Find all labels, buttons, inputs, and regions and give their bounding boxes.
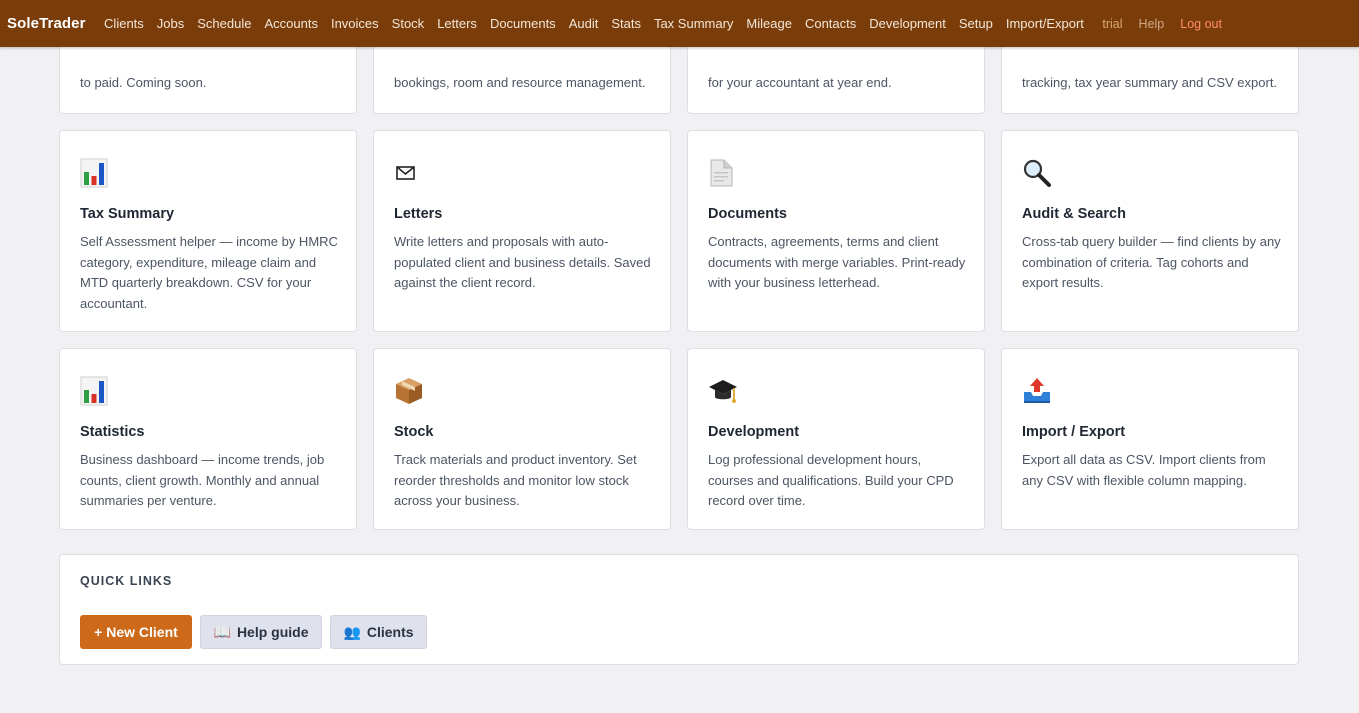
card-title: Statistics bbox=[80, 424, 145, 440]
envelope-icon bbox=[394, 158, 422, 188]
help-guide-button[interactable]: 📖 Help guide bbox=[200, 615, 322, 649]
card-title: Import / Export bbox=[1022, 424, 1126, 440]
nav-item-stock[interactable]: Stock bbox=[385, 16, 431, 31]
quick-links-panel: QUICK LINKS + New Client 📖 Help guide 👥 … bbox=[59, 554, 1299, 665]
brand-logo[interactable]: SoleTrader bbox=[0, 15, 86, 32]
outbox-tray-icon bbox=[1022, 376, 1050, 406]
package-icon bbox=[394, 376, 422, 406]
card-description: tracking, tax year summary and CSV expor… bbox=[1022, 74, 1278, 90]
nav-right: trial Help Log out bbox=[1096, 17, 1228, 31]
card-description: Self Assessment helper — income by HMRC … bbox=[80, 234, 338, 311]
document-icon bbox=[708, 158, 736, 188]
nav-menu: Clients Jobs Schedule Accounts Invoices … bbox=[98, 16, 1091, 31]
nav-item-jobs[interactable]: Jobs bbox=[150, 16, 190, 31]
card-description: Export all data as CSV. Import clients f… bbox=[1022, 452, 1266, 488]
feature-card-statistics[interactable]: Statistics Business dashboard — income t… bbox=[59, 348, 357, 530]
clients-label: Clients bbox=[366, 624, 414, 640]
card-title: Stock bbox=[394, 424, 434, 440]
nav-item-audit[interactable]: Audit bbox=[562, 16, 605, 31]
card-description: to paid. Coming soon. bbox=[80, 74, 207, 90]
card-description: Log professional development hours, cour… bbox=[708, 452, 954, 508]
card-description: Business dashboard — income trends, job … bbox=[80, 452, 325, 508]
nav-item-contacts[interactable]: Contacts bbox=[798, 16, 862, 31]
card-title: Audit & Search bbox=[1022, 206, 1126, 222]
nav-item-setup[interactable]: Setup bbox=[952, 16, 999, 31]
nav-item-mileage[interactable]: Mileage bbox=[740, 16, 799, 31]
trial-badge[interactable]: trial bbox=[1096, 17, 1128, 31]
feature-card-audit-search[interactable]: Audit & Search Cross-tab query builder —… bbox=[1001, 130, 1299, 332]
feature-card-tax-summary[interactable]: Tax Summary Self Assessment helper — inc… bbox=[59, 130, 357, 332]
magnifier-icon bbox=[1022, 158, 1051, 188]
quick-links-title: QUICK LINKS bbox=[80, 574, 173, 588]
people-icon: 👥 bbox=[343, 623, 361, 640]
nav-item-development[interactable]: Development bbox=[863, 16, 953, 31]
card-description: for your accountant at year end. bbox=[708, 74, 892, 90]
card-title: Letters bbox=[394, 206, 443, 222]
nav-item-tax-summary[interactable]: Tax Summary bbox=[647, 16, 739, 31]
card-description: Contracts, agreements, terms and client … bbox=[708, 234, 966, 290]
card-description: bookings, room and resource management. bbox=[394, 74, 646, 90]
card-description: Cross-tab query builder — find clients b… bbox=[1022, 234, 1281, 290]
nav-item-stats[interactable]: Stats bbox=[605, 16, 648, 31]
new-client-button[interactable]: + New Client bbox=[80, 615, 192, 649]
clients-button[interactable]: 👥 Clients bbox=[330, 615, 427, 649]
bar-chart-icon bbox=[80, 158, 108, 188]
book-icon: 📖 bbox=[213, 623, 231, 640]
help-link[interactable]: Help bbox=[1129, 17, 1171, 31]
feature-card-letters[interactable]: Letters Write letters and proposals with… bbox=[373, 130, 671, 332]
card-title: Development bbox=[708, 424, 800, 440]
help-guide-label: Help guide bbox=[236, 624, 309, 640]
nav-item-accounts[interactable]: Accounts bbox=[258, 16, 324, 31]
graduation-cap-icon bbox=[708, 376, 737, 406]
nav-item-invoices[interactable]: Invoices bbox=[324, 16, 385, 31]
feature-card-stock[interactable]: Stock Track materials and product invent… bbox=[373, 348, 671, 530]
card-description: Write letters and proposals with auto-po… bbox=[394, 234, 651, 290]
page: SoleTrader Clients Jobs Schedule Account… bbox=[0, 0, 1359, 713]
bar-chart-icon bbox=[80, 376, 108, 406]
nav-item-import-export[interactable]: Import/Export bbox=[999, 16, 1090, 31]
feature-card-development[interactable]: Development Log professional development… bbox=[687, 348, 985, 530]
nav-item-letters[interactable]: Letters bbox=[431, 16, 484, 31]
feature-card-documents[interactable]: Documents Contracts, agreements, terms a… bbox=[687, 130, 985, 332]
feature-card-import-export[interactable]: Import / Export Export all data as CSV. … bbox=[1001, 348, 1299, 530]
nav-item-schedule[interactable]: Schedule bbox=[191, 16, 258, 31]
card-description: Track materials and product inventory. S… bbox=[394, 452, 637, 508]
card-title: Documents bbox=[708, 206, 787, 222]
nav-item-clients[interactable]: Clients bbox=[98, 16, 151, 31]
top-nav: SoleTrader Clients Jobs Schedule Account… bbox=[0, 0, 1359, 47]
logout-link[interactable]: Log out bbox=[1170, 17, 1228, 31]
nav-item-documents[interactable]: Documents bbox=[483, 16, 562, 31]
card-title: Tax Summary bbox=[80, 206, 175, 222]
